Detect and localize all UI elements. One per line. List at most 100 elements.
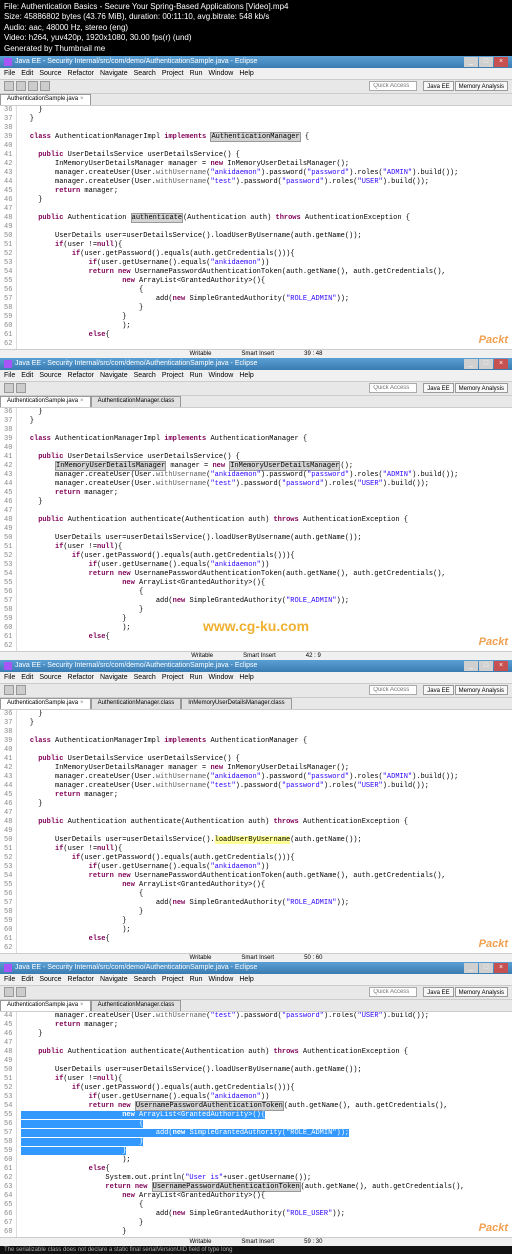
- menu-bar: File Edit Source Refactor Navigate Searc…: [0, 68, 512, 80]
- tab-inmemory[interactable]: InMemoryUserDetailsManager.class: [181, 698, 291, 709]
- menu-run[interactable]: Run: [190, 674, 203, 681]
- run-icon[interactable]: [40, 81, 50, 91]
- menu-run[interactable]: Run: [190, 976, 203, 983]
- new-icon[interactable]: [4, 685, 14, 695]
- menu-window[interactable]: Window: [208, 70, 233, 77]
- code-editor[interactable]: 36 37 38 39 40 41 42 43 44 45 46 47 48 4…: [0, 710, 512, 953]
- tab-authsample[interactable]: AuthenticationSample.java×: [0, 698, 91, 709]
- code-editor[interactable]: 36 37 38 39 40 41 42 43 44 45 46 47 48 4…: [0, 106, 512, 349]
- menu-project[interactable]: Project: [162, 976, 184, 983]
- menu-project[interactable]: Project: [162, 372, 184, 379]
- save-icon[interactable]: [16, 987, 26, 997]
- close-button[interactable]: ×: [494, 661, 508, 671]
- menu-edit[interactable]: Edit: [21, 70, 33, 77]
- menu-edit[interactable]: Edit: [21, 674, 33, 681]
- code-content[interactable]: } } class AuthenticationManagerImpl impl…: [17, 710, 512, 953]
- perspective-javaee[interactable]: Java EE: [423, 383, 453, 393]
- status-bar: Writable Smart Insert 50 : 60: [0, 953, 512, 962]
- quick-access-input[interactable]: [369, 81, 417, 91]
- close-icon[interactable]: ×: [80, 698, 84, 709]
- status-position: 59 : 30: [304, 1239, 322, 1245]
- new-icon[interactable]: [4, 81, 14, 91]
- menu-source[interactable]: Source: [39, 372, 61, 379]
- menu-run[interactable]: Run: [190, 372, 203, 379]
- new-icon[interactable]: [4, 383, 14, 393]
- menu-search[interactable]: Search: [134, 976, 156, 983]
- new-icon[interactable]: [4, 987, 14, 997]
- perspective-javaee[interactable]: Java EE: [423, 81, 453, 91]
- menu-edit[interactable]: Edit: [21, 976, 33, 983]
- menu-window[interactable]: Window: [208, 976, 233, 983]
- code-content[interactable]: } } class AuthenticationManagerImpl impl…: [17, 408, 512, 651]
- menu-navigate[interactable]: Navigate: [100, 70, 128, 77]
- code-content[interactable]: } } class AuthenticationManagerImpl impl…: [17, 106, 512, 349]
- minimize-button[interactable]: _: [464, 661, 478, 671]
- menu-navigate[interactable]: Navigate: [100, 674, 128, 681]
- menu-window[interactable]: Window: [208, 674, 233, 681]
- menu-edit[interactable]: Edit: [21, 372, 33, 379]
- code-editor[interactable]: 44 45 46 47 48 49 50 51 52 53 54 55 56 5…: [0, 1012, 512, 1237]
- menu-help[interactable]: Help: [239, 372, 253, 379]
- menu-search[interactable]: Search: [134, 674, 156, 681]
- menu-help[interactable]: Help: [239, 976, 253, 983]
- menu-file[interactable]: File: [4, 976, 15, 983]
- close-icon[interactable]: ×: [80, 396, 84, 407]
- menu-file[interactable]: File: [4, 372, 15, 379]
- save-icon[interactable]: [16, 81, 26, 91]
- perspective-memory[interactable]: Memory Analysis: [455, 685, 508, 695]
- tab-authsample[interactable]: AuthenticationSample.java×: [0, 396, 91, 407]
- maximize-button[interactable]: □: [479, 963, 493, 973]
- perspective-javaee[interactable]: Java EE: [423, 987, 453, 997]
- tab-authmanager[interactable]: AuthenticationManager.class: [91, 698, 182, 709]
- menu-search[interactable]: Search: [134, 372, 156, 379]
- menu-project[interactable]: Project: [162, 70, 184, 77]
- menu-source[interactable]: Source: [39, 70, 61, 77]
- perspective-memory[interactable]: Memory Analysis: [455, 987, 508, 997]
- menu-run[interactable]: Run: [190, 70, 203, 77]
- close-icon[interactable]: ×: [80, 1000, 84, 1011]
- app-icon: [4, 58, 12, 66]
- menu-source[interactable]: Source: [39, 976, 61, 983]
- menu-window[interactable]: Window: [208, 372, 233, 379]
- close-button[interactable]: ×: [494, 359, 508, 369]
- minimize-button[interactable]: _: [464, 57, 478, 67]
- minimize-button[interactable]: _: [464, 359, 478, 369]
- status-writable: Writable: [190, 351, 212, 357]
- quick-access-input[interactable]: [369, 383, 417, 393]
- save-icon[interactable]: [16, 685, 26, 695]
- maximize-button[interactable]: □: [479, 661, 493, 671]
- perspective-javaee[interactable]: Java EE: [423, 685, 453, 695]
- close-button[interactable]: ×: [494, 963, 508, 973]
- menu-navigate[interactable]: Navigate: [100, 372, 128, 379]
- menu-search[interactable]: Search: [134, 70, 156, 77]
- perspective-memory[interactable]: Memory Analysis: [455, 383, 508, 393]
- menu-refactor[interactable]: Refactor: [68, 70, 94, 77]
- menu-file[interactable]: File: [4, 70, 15, 77]
- code-editor[interactable]: 36 37 38 39 40 41 42 43 44 45 46 47 48 4…: [0, 408, 512, 651]
- menu-project[interactable]: Project: [162, 674, 184, 681]
- menu-help[interactable]: Help: [239, 674, 253, 681]
- code-content[interactable]: manager.createUser(User.withUsername("te…: [17, 1012, 512, 1237]
- menu-help[interactable]: Help: [239, 70, 253, 77]
- maximize-button[interactable]: □: [479, 57, 493, 67]
- status-insert: Smart Insert: [241, 955, 274, 961]
- menu-source[interactable]: Source: [39, 674, 61, 681]
- menu-refactor[interactable]: Refactor: [68, 674, 94, 681]
- tab-authmanager[interactable]: AuthenticationManager.class: [91, 396, 182, 407]
- maximize-button[interactable]: □: [479, 359, 493, 369]
- menu-refactor[interactable]: Refactor: [68, 372, 94, 379]
- tab-authsample[interactable]: AuthenticationSample.java×: [0, 1000, 91, 1011]
- quick-access-input[interactable]: [369, 987, 417, 997]
- menu-navigate[interactable]: Navigate: [100, 976, 128, 983]
- menu-refactor[interactable]: Refactor: [68, 976, 94, 983]
- quick-access-input[interactable]: [369, 685, 417, 695]
- tab-authmanager[interactable]: AuthenticationManager.class: [91, 1000, 182, 1011]
- close-button[interactable]: ×: [494, 57, 508, 67]
- tab-authsample[interactable]: AuthenticationSample.java×: [0, 94, 91, 105]
- debug-icon[interactable]: [28, 81, 38, 91]
- close-icon[interactable]: ×: [80, 94, 84, 105]
- perspective-memory[interactable]: Memory Analysis: [455, 81, 508, 91]
- menu-file[interactable]: File: [4, 674, 15, 681]
- minimize-button[interactable]: _: [464, 963, 478, 973]
- save-icon[interactable]: [16, 383, 26, 393]
